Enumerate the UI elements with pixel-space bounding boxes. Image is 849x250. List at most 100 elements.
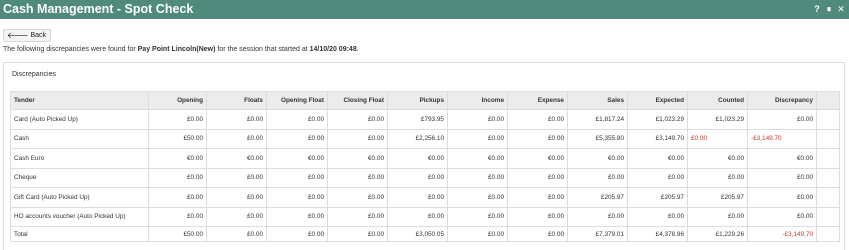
pay-point-name: Pay Point Lincoln(New) [137, 46, 216, 53]
table-cell: €0.00 [387, 148, 448, 169]
table-cell: Total [10, 226, 149, 242]
table-cell: £0.00 [148, 109, 207, 130]
column-header[interactable]: Sales [567, 91, 628, 110]
table-cell: €0.00 [507, 148, 568, 169]
table-header-row: Tender Opening Floats Opening Float Closing … [10, 91, 840, 110]
table-cell: £0.00 [327, 226, 388, 242]
column-header[interactable]: Opening [148, 91, 207, 110]
table-cell: £0.00 [206, 206, 267, 227]
table-cell: £0.00 [447, 109, 508, 130]
table-cell: €0.00 [627, 148, 688, 169]
table-cell: £0.00 [266, 167, 328, 188]
table-cell: £3,050.05 [387, 226, 448, 242]
discrepancies-panel: Discrepancies Tender Opening Floats Opening… [3, 62, 845, 250]
table-cell: £50.00 [148, 226, 207, 242]
table-cell: £0.00 [206, 167, 267, 188]
table-cell: €0.00 [206, 148, 267, 169]
table-cell [816, 226, 840, 242]
column-header[interactable]: Tender [10, 91, 149, 110]
table-cell: £0.00 [148, 167, 207, 188]
table-cell: £2,256.10 [387, 128, 448, 149]
table-cell: £0.00 [447, 206, 508, 227]
column-header[interactable] [816, 91, 840, 110]
table-cell: £0.00 [507, 206, 568, 227]
table-row: Cash £50.00 £0.00 £0.00 £0.00 £2,256.10 £0.00 £… [10, 128, 840, 149]
pause-icon[interactable]: ⏸ [824, 3, 834, 16]
table-cell: £1,023.29 [627, 109, 688, 130]
column-header[interactable]: Expense [507, 91, 568, 110]
table-cell: £0.00 [447, 128, 508, 149]
table-cell: £0.00 [567, 167, 628, 188]
table-cell: £0.00 [266, 128, 328, 149]
table-cell: £0.00 [627, 206, 688, 227]
table-cell: £0.00 [507, 226, 568, 242]
table-cell: £0.00 [747, 167, 817, 188]
table-cell: €0.00 [747, 148, 817, 169]
table-cell: £0.00 [447, 226, 508, 242]
table-cell: £0.00 [387, 167, 448, 188]
column-header[interactable]: Floats [206, 91, 267, 110]
column-header[interactable]: Closing Float [327, 91, 388, 110]
close-icon[interactable]: ✕ [836, 3, 846, 16]
table-cell: £205.97 [627, 187, 688, 208]
table-cell [816, 128, 840, 149]
table-cell: £0.00 [687, 206, 748, 227]
table-row: Cheque £0.00 £0.00 £0.00 £0.00 £0.00 £0.00 £0.0… [10, 167, 840, 188]
table-row: Cash Euro €0.00 €0.00 €0.00 €0.00 €0.00 €0.00 €… [10, 148, 840, 169]
table-cell: £0.00 [266, 226, 328, 242]
table-cell: £0.00 [747, 109, 817, 130]
table-cell: £0.00 [447, 167, 508, 188]
back-button[interactable]: 🡐 Back [3, 29, 52, 42]
table-cell: £3,149.70 [627, 128, 688, 149]
table-cell: €0.00 [266, 148, 328, 169]
column-header[interactable]: Expected [627, 91, 688, 110]
table-cell: £0.00 [206, 109, 267, 130]
message-suffix: . [356, 46, 359, 53]
column-header[interactable]: Pickups [387, 91, 448, 110]
table-cell: €0.00 [148, 148, 207, 169]
table-cell: £0.00 [327, 206, 388, 227]
back-button-label: Back [30, 32, 47, 39]
table-cell [816, 187, 840, 208]
message-middle: for the session that started at [215, 46, 310, 53]
help-icon[interactable]: ? [812, 3, 822, 16]
back-arrow-icon: 🡐 [7, 31, 29, 40]
table-cell: £793.95 [387, 109, 448, 130]
table-cell: £205.97 [687, 187, 748, 208]
table-cell: £0.00 [266, 187, 328, 208]
table-cell: Cash Euro [10, 148, 149, 169]
table-cell: £0.00 [447, 187, 508, 208]
table-cell: £0.00 [687, 128, 748, 149]
column-header[interactable]: Counted [687, 91, 748, 110]
table-cell [816, 109, 840, 130]
table-cell: £1,229.26 [687, 226, 748, 242]
panel-title: Discrepancies [12, 71, 56, 78]
table-row: Gift Card (Auto Picked Up) £0.00 £0.00 £0.0… [10, 187, 840, 208]
table-cell: £0.00 [567, 206, 628, 227]
table-cell: £4,378.96 [627, 226, 688, 242]
table-cell: £0.00 [266, 206, 328, 227]
table-cell: £0.00 [327, 167, 388, 188]
column-header[interactable]: Income [447, 91, 508, 110]
column-header[interactable]: Discrepancy [747, 91, 817, 110]
column-header[interactable]: Opening Float [266, 91, 328, 110]
table-cell: -£3,149.70 [747, 226, 817, 242]
table-cell: £0.00 [747, 206, 817, 227]
table-cell: £0.00 [206, 226, 267, 242]
table-cell: £1,817.24 [567, 109, 628, 130]
table-cell: £0.00 [387, 187, 448, 208]
table-cell: £0.00 [266, 109, 328, 130]
message-prefix: The following discrepancies were found f… [3, 46, 138, 53]
table-row: HO accounts voucher (Auto Picked Up) £0.0… [10, 206, 840, 227]
table-cell: £0.00 [747, 187, 817, 208]
table-cell: £0.00 [327, 187, 388, 208]
table-cell: Cheque [10, 167, 149, 188]
table-cell: £0.00 [687, 167, 748, 188]
discrepancies-table: Tender Opening Floats Opening Float Closing … [10, 91, 840, 242]
table-cell: €0.00 [447, 148, 508, 169]
table-cell [816, 148, 840, 169]
total-row: Total £50.00 £0.00 £0.00 £0.00 £3,050.05 £0.00… [10, 226, 840, 242]
title-bar: Cash Management - Spot Check ? ⏸ ✕ [0, 0, 849, 19]
table-cell: -£3,149.70 [747, 128, 817, 149]
table-cell: £5,355.80 [567, 128, 628, 149]
